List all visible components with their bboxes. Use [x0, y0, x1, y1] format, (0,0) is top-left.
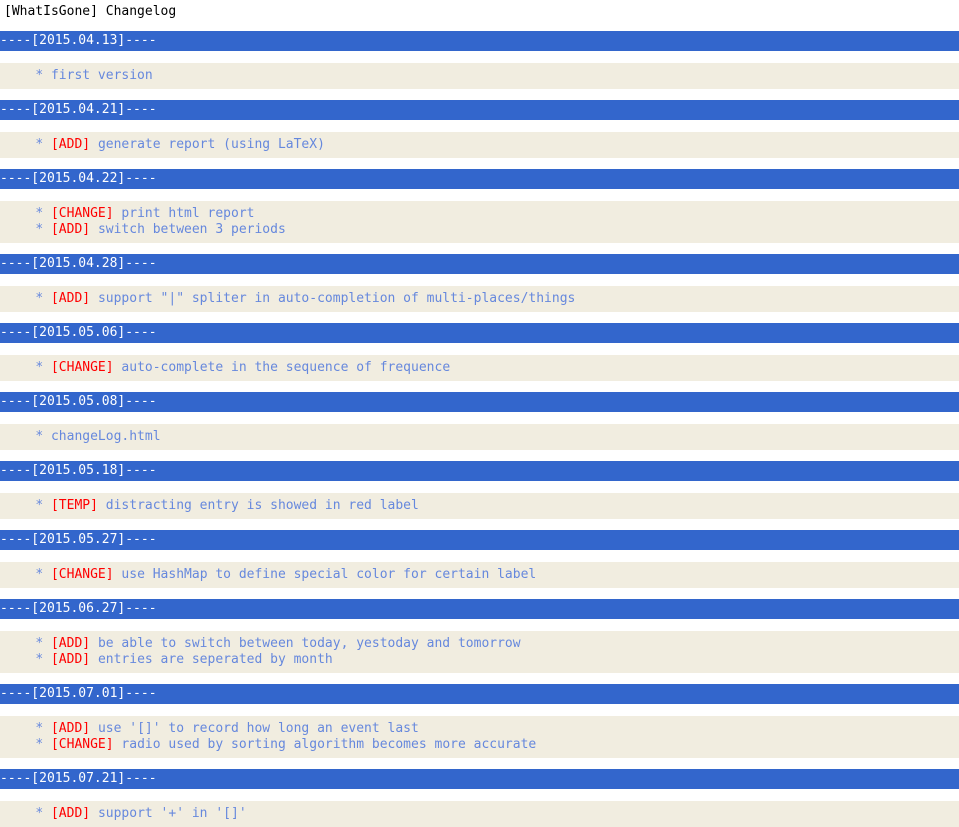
entry-tag: [ADD]	[50, 636, 91, 651]
release-date-header: ----[2015.04.22]----	[0, 169, 959, 189]
release-date-header: ----[2015.04.13]----	[0, 31, 959, 51]
entry-text: support '+' in '[]'	[97, 806, 247, 821]
release-date-header: ----[2015.06.27]----	[0, 599, 959, 619]
entry-tag: [ADD]	[50, 652, 91, 667]
release-date-header: ----[2015.04.28]----	[0, 254, 959, 274]
release-date-header: ----[2015.05.27]----	[0, 530, 959, 550]
release-entry-block: * [ADD] generate report (using LaTeX)	[0, 132, 959, 158]
changelog-entry: * [ADD] be able to switch between today,…	[0, 636, 959, 652]
entry-bullet: *	[35, 222, 44, 237]
release-date-header: ----[2015.05.18]----	[0, 461, 959, 481]
changelog-entry: * first version	[0, 68, 959, 84]
entry-text: first version	[50, 68, 153, 83]
entry-bullet: *	[35, 137, 44, 152]
entry-text: auto-complete in the sequence of frequen…	[121, 360, 451, 375]
release-date-header: ----[2015.05.08]----	[0, 392, 959, 412]
entry-tag: [CHANGE]	[50, 567, 114, 582]
entry-text: generate report (using LaTeX)	[97, 137, 325, 152]
changelog-document: [WhatIsGone] Changelog ----[2015.04.13]-…	[0, 0, 959, 827]
changelog-entry: * [CHANGE] auto-complete in the sequence…	[0, 360, 959, 376]
entry-bullet: *	[35, 429, 44, 444]
release-entry-block: * [TEMP] distracting entry is showed in …	[0, 493, 959, 519]
entry-bullet: *	[35, 721, 44, 736]
entry-bullet: *	[35, 291, 44, 306]
entry-bullet: *	[35, 68, 44, 83]
changelog-entry: * [CHANGE] radio used by sorting algorit…	[0, 737, 959, 753]
entry-tag: [TEMP]	[50, 498, 98, 513]
release-section: ----[2015.04.21]---- * [ADD] generate re…	[0, 100, 959, 158]
release-section: ----[2015.05.27]---- * [CHANGE] use Hash…	[0, 530, 959, 588]
release-section: ----[2015.07.01]---- * [ADD] use '[]' to…	[0, 684, 959, 758]
release-entry-block: * changeLog.html	[0, 424, 959, 450]
page-title: [WhatIsGone] Changelog	[4, 4, 177, 19]
entry-text: support "|" spliter in auto-completion o…	[97, 291, 576, 306]
entry-bullet: *	[35, 636, 44, 651]
release-section: ----[2015.04.13]---- * first version	[0, 31, 959, 89]
release-date-header: ----[2015.07.01]----	[0, 684, 959, 704]
release-date-header: ----[2015.07.21]----	[0, 769, 959, 789]
changelog-entry: * changeLog.html	[0, 429, 959, 445]
release-date-header: ----[2015.05.06]----	[0, 323, 959, 343]
release-list: ----[2015.04.13]---- * first version ----…	[0, 31, 959, 827]
entry-text: radio used by sorting algorithm becomes …	[121, 737, 537, 752]
changelog-entry: * [ADD] switch between 3 periods	[0, 222, 959, 238]
release-entry-block: * [ADD] support "|" spliter in auto-comp…	[0, 286, 959, 312]
entry-bullet: *	[35, 652, 44, 667]
release-date-header: ----[2015.04.21]----	[0, 100, 959, 120]
changelog-entry: * [ADD] entries are seperated by month	[0, 652, 959, 668]
release-section: ----[2015.06.27]---- * [ADD] be able to …	[0, 599, 959, 673]
entry-text: use '[]' to record how long an event las…	[97, 721, 419, 736]
release-section: ----[2015.05.18]---- * [TEMP] distractin…	[0, 461, 959, 519]
entry-tag: [CHANGE]	[50, 360, 114, 375]
changelog-entry: * [ADD] support "|" spliter in auto-comp…	[0, 291, 959, 307]
entry-bullet: *	[35, 360, 44, 375]
release-section: ----[2015.05.08]---- * changeLog.html	[0, 392, 959, 450]
changelog-entry: * [ADD] use '[]' to record how long an e…	[0, 721, 959, 737]
entry-bullet: *	[35, 206, 44, 221]
entry-text: changeLog.html	[50, 429, 161, 444]
entry-text: distracting entry is showed in red label	[105, 498, 419, 513]
entry-tag: [ADD]	[50, 137, 91, 152]
entry-tag: [ADD]	[50, 721, 91, 736]
entry-tag: [ADD]	[50, 222, 91, 237]
entry-text: entries are seperated by month	[97, 652, 333, 667]
release-entry-block: * first version	[0, 63, 959, 89]
release-entry-block: * [CHANGE] use HashMap to define special…	[0, 562, 959, 588]
release-section: ----[2015.04.28]---- * [ADD] support "|"…	[0, 254, 959, 312]
entry-bullet: *	[35, 498, 44, 513]
entry-tag: [CHANGE]	[50, 206, 114, 221]
release-section: ----[2015.05.06]---- * [CHANGE] auto-com…	[0, 323, 959, 381]
entry-tag: [ADD]	[50, 806, 91, 821]
release-entry-block: * [CHANGE] print html report * [ADD] swi…	[0, 201, 959, 243]
entry-text: print html report	[121, 206, 255, 221]
release-entry-block: * [ADD] use '[]' to record how long an e…	[0, 716, 959, 758]
release-section: ----[2015.07.21]---- * [ADD] support '+'…	[0, 769, 959, 827]
entry-tag: [ADD]	[50, 291, 91, 306]
release-entry-block: * [ADD] support '+' in '[]'	[0, 801, 959, 827]
release-entry-block: * [CHANGE] auto-complete in the sequence…	[0, 355, 959, 381]
release-entry-block: * [ADD] be able to switch between today,…	[0, 631, 959, 673]
entry-text: be able to switch between today, yestoda…	[97, 636, 521, 651]
changelog-entry: * [CHANGE] use HashMap to define special…	[0, 567, 959, 583]
entry-bullet: *	[35, 737, 44, 752]
changelog-entry: * [CHANGE] print html report	[0, 206, 959, 222]
changelog-entry: * [ADD] support '+' in '[]'	[0, 806, 959, 822]
entry-text: switch between 3 periods	[97, 222, 286, 237]
entry-tag: [CHANGE]	[50, 737, 114, 752]
changelog-entry: * [TEMP] distracting entry is showed in …	[0, 498, 959, 514]
entry-bullet: *	[35, 567, 44, 582]
release-section: ----[2015.04.22]---- * [CHANGE] print ht…	[0, 169, 959, 243]
entry-text: use HashMap to define special color for …	[121, 567, 537, 582]
changelog-entry: * [ADD] generate report (using LaTeX)	[0, 137, 959, 153]
entry-bullet: *	[35, 806, 44, 821]
